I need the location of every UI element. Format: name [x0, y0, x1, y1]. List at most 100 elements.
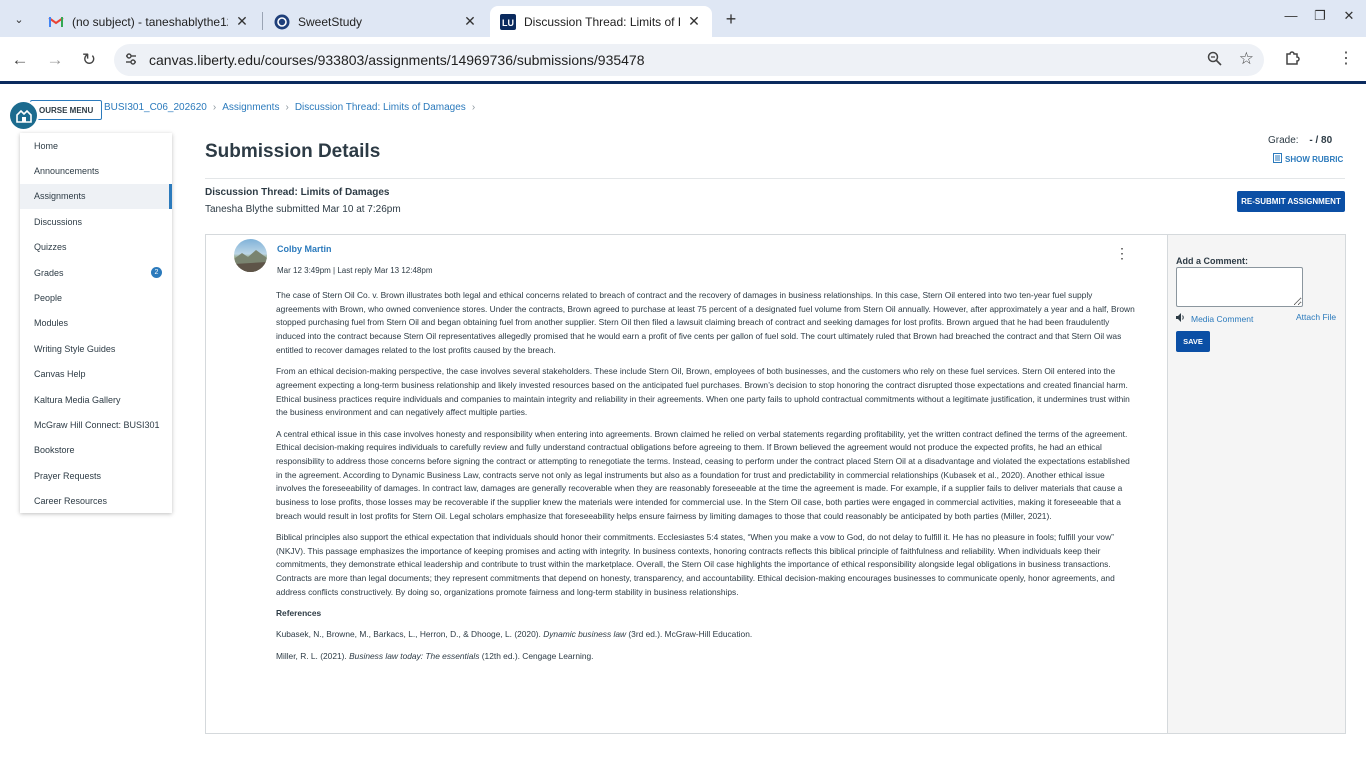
close-tab-icon[interactable]: ✕ [234, 13, 250, 30]
sidebar-item-label: Bookstore [34, 445, 75, 456]
breadcrumb: BUSI301_C06_202620 › Assignments › Discu… [104, 102, 475, 113]
sidebar-item-label: Assignments [34, 191, 86, 202]
sidebar-item-bookstore[interactable]: Bookstore [20, 438, 172, 463]
chevron-right-icon: › [471, 102, 476, 113]
grade-value: - / 80 [1309, 135, 1333, 146]
browser-tab-bar: ⌄ (no subject) - taneshablythe12@ ✕ Swee… [0, 0, 1366, 37]
sidebar-item-writing-style-guides[interactable]: Writing Style Guides [20, 336, 172, 361]
sidebar-item-modules[interactable]: Modules [20, 311, 172, 336]
page-title: Submission Details [205, 141, 381, 162]
resubmit-assignment-button[interactable]: RE-SUBMIT ASSIGNMENT [1237, 191, 1345, 212]
liberty-logo-icon[interactable] [10, 102, 37, 129]
reference-text: (3rd ed.). McGraw-Hill Education. [626, 629, 753, 640]
show-rubric-label: SHOW RUBRIC [1285, 154, 1344, 164]
sidebar-item-label: Prayer Requests [34, 470, 102, 481]
sidebar-item-kaltura[interactable]: Kaltura Media Gallery [20, 387, 172, 412]
restore-icon[interactable]: ❐ [1309, 8, 1331, 24]
back-icon[interactable]: ← [9, 49, 31, 71]
sidebar-item-mcgraw-hill[interactable]: McGraw Hill Connect: BUSI301 [20, 412, 172, 437]
post-paragraph: Biblical principles also support the eth… [276, 532, 1115, 597]
minimize-icon[interactable]: — [1280, 8, 1302, 23]
browser-menu-icon[interactable]: ⋮ [1338, 48, 1354, 68]
sidebar-item-discussions[interactable]: Discussions [20, 209, 172, 234]
browser-toolbar: ← → ↻ canvas.liberty.edu/courses/933803/… [0, 37, 1366, 84]
grade-display: Grade: - / 80 [1268, 135, 1332, 146]
speaker-icon [1176, 313, 1186, 324]
post-paragraph: From an ethical decision-making perspect… [276, 366, 1130, 418]
references-heading: References [276, 608, 322, 619]
save-comment-button[interactable]: SAVE [1176, 331, 1210, 352]
close-window-icon[interactable]: ✕ [1338, 8, 1360, 24]
sidebar-item-label: McGraw Hill Connect: BUSI301 [34, 419, 160, 430]
sidebar-item-assignments[interactable]: Assignments [20, 183, 172, 210]
submission-frame: Colby Martin Mar 12 3:49pm | Last reply … [205, 234, 1346, 734]
gmail-icon [48, 14, 64, 30]
reference-title: Business law today: The essentials [349, 650, 480, 661]
sidebar-item-career-resources[interactable]: Career Resources [20, 488, 172, 513]
reference-text: Kubasek, N., Browne, M., Barkacs, L., He… [276, 629, 544, 640]
new-tab-icon[interactable]: + [720, 8, 742, 30]
course-menu-button[interactable]: OURSE MENU [30, 100, 103, 120]
grade-label: Grade: [1268, 135, 1299, 146]
breadcrumb-course[interactable]: BUSI301_C06_202620 [104, 102, 207, 113]
post-timestamp: Mar 12 3:49pm | Last reply Mar 13 12:48p… [277, 266, 433, 275]
sweetstudy-icon [274, 14, 290, 30]
comment-panel: Add a Comment: Media Comment Attach File… [1167, 235, 1345, 733]
reference-text: (12th ed.). Cengage Learning. [479, 650, 594, 661]
browser-tab-gmail[interactable]: (no subject) - taneshablythe12@ ✕ [38, 6, 260, 37]
sidebar-item-home[interactable]: Home [20, 133, 172, 158]
divider [205, 178, 1345, 179]
sidebar-item-label: Writing Style Guides [34, 343, 116, 354]
submission-info: Tanesha Blythe submitted Mar 10 at 7:26p… [205, 204, 401, 215]
forward-icon[interactable]: → [44, 49, 66, 71]
reference-title: Dynamic business law [543, 629, 627, 640]
sidebar-item-label: Discussions [34, 216, 83, 227]
url-text: canvas.liberty.edu/courses/933803/assign… [149, 52, 645, 68]
sidebar-item-label: Announcements [34, 166, 100, 177]
post-body: The case of Stern Oil Co. v. Brown illus… [276, 289, 1136, 671]
browser-tab-discussion[interactable]: LU Discussion Thread: Limits of Da ✕ [490, 6, 712, 37]
add-comment-label: Add a Comment: [1176, 256, 1248, 266]
discussion-post: Colby Martin Mar 12 3:49pm | Last reply … [206, 235, 1168, 733]
breadcrumb-assignments[interactable]: Assignments [222, 102, 279, 113]
bookmark-star-icon[interactable]: ☆ [1239, 49, 1254, 69]
tab-title: (no subject) - taneshablythe12@ [72, 14, 228, 29]
sidebar-item-canvas-help[interactable]: Canvas Help [20, 362, 172, 387]
reference-item: Kubasek, N., Browne, M., Barkacs, L., He… [276, 628, 1136, 642]
close-tab-icon[interactable]: ✕ [462, 13, 478, 30]
comment-textarea[interactable] [1176, 267, 1303, 307]
reload-icon[interactable]: ↻ [78, 49, 100, 71]
zoom-icon[interactable] [1207, 51, 1222, 69]
sidebar-item-label: Grades [34, 267, 64, 278]
chevron-right-icon: › [212, 102, 217, 113]
attach-file-link[interactable]: Attach File [1296, 312, 1336, 322]
tab-divider [262, 12, 263, 30]
post-paragraph: The case of Stern Oil Co. v. Brown illus… [276, 290, 1135, 355]
address-bar[interactable]: canvas.liberty.edu/courses/933803/assign… [114, 44, 1264, 76]
liberty-icon: LU [500, 13, 516, 30]
assignment-title: Discussion Thread: Limits of Damages [205, 187, 390, 198]
post-author[interactable]: Colby Martin [277, 244, 332, 254]
extensions-icon[interactable] [1284, 49, 1301, 71]
media-comment-link[interactable]: Media Comment [1176, 313, 1253, 324]
sidebar-item-label: Career Resources [34, 496, 108, 507]
course-navigation: Home Announcements Assignments Discussio… [20, 133, 172, 513]
sidebar-item-prayer-requests[interactable]: Prayer Requests [20, 463, 172, 488]
sidebar-item-announcements[interactable]: Announcements [20, 158, 172, 183]
canvas-page: OURSE MENU BUSI301_C06_202620 › Assignme… [0, 87, 1366, 768]
sidebar-item-quizzes[interactable]: Quizzes [20, 235, 172, 260]
tab-title: SweetStudy [298, 14, 363, 29]
rubric-icon [1273, 153, 1282, 165]
browser-tab-sweetstudy[interactable]: SweetStudy ✕ [264, 6, 488, 37]
post-options-icon[interactable]: ⋮ [1115, 245, 1129, 262]
breadcrumb-assignment[interactable]: Discussion Thread: Limits of Damages [295, 102, 466, 113]
sidebar-item-people[interactable]: People [20, 285, 172, 310]
tab-search-icon[interactable]: ⌄ [6, 6, 32, 32]
close-tab-icon[interactable]: ✕ [686, 13, 702, 30]
avatar[interactable] [234, 239, 267, 272]
tab-title: Discussion Thread: Limits of Da [524, 14, 680, 29]
sidebar-item-label: People [34, 293, 63, 304]
sidebar-item-grades[interactable]: Grades 2 [20, 260, 172, 285]
show-rubric-link[interactable]: SHOW RUBRIC [1273, 153, 1343, 165]
site-info-icon[interactable] [124, 52, 140, 68]
